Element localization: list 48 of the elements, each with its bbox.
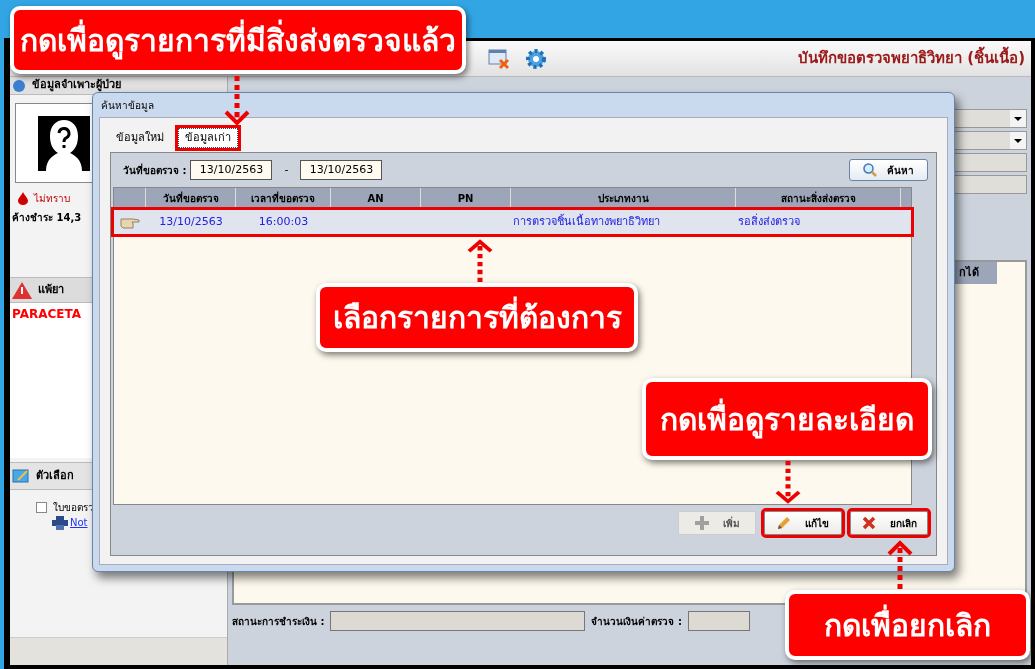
text-field[interactable]: [687, 611, 750, 631]
blood-type-text: ไม่ทราบ: [34, 192, 70, 206]
dialog-button[interactable]: แก้ไข: [764, 511, 842, 535]
warning-icon: [12, 281, 32, 299]
dotted-arrow: [224, 76, 250, 126]
dotted-arrow: [775, 461, 801, 504]
pencil-icon: [777, 516, 791, 530]
print-link[interactable]: Not: [70, 515, 88, 530]
search-button[interactable]: ค้นหา: [849, 159, 928, 181]
callout-bubble: กดเพื่อดูรายการที่มีสิ่งส่งตรวจแล้ว: [10, 6, 466, 74]
field-label: จำนวนเงินค่าตรวจ :: [591, 614, 682, 629]
checkbox[interactable]: [36, 502, 47, 513]
window-close-icon: [488, 47, 510, 70]
table-cell-text: 16:00:03: [257, 213, 310, 230]
dialog-title: ค้นหาข้อมูล: [100, 98, 155, 114]
column-header: กได้: [955, 262, 997, 284]
avatar-silhouette-icon: [38, 115, 90, 171]
callout-bubble: เลือกรายการที่ต้องการ: [316, 283, 638, 352]
outstanding-balance: ค้างชำระ 14,3: [11, 211, 83, 225]
search-icon: [863, 163, 877, 177]
date-field[interactable]: 13/10/2563: [190, 160, 273, 180]
tab[interactable]: ข้อมูลเก่า: [178, 128, 238, 148]
dialog-button[interactable]: ยกเลิก: [850, 511, 928, 535]
date-label: วันที่ขอตรวจ :: [123, 162, 187, 178]
panel-title: ตัวเลือก: [36, 467, 74, 484]
text-field[interactable]: [330, 611, 586, 631]
blood-drop-icon: [18, 192, 28, 205]
table-cell-text: รอสิ่งส่งตรวจ: [737, 212, 801, 230]
tab[interactable]: ข้อมูลใหม่: [110, 128, 170, 148]
field-label: สถานะการชำระเงิน :: [232, 614, 325, 629]
panel-title: แพ้ยา: [38, 281, 64, 298]
panel-title: ข้อมูลจำเพาะผู้ป่วย: [32, 77, 121, 94]
date-separator: -: [283, 161, 290, 178]
callout-bubble: กดเพื่อยกเลิก: [785, 590, 1030, 660]
dotted-arrow: [467, 239, 493, 283]
allergy-item: PARACETA: [12, 306, 83, 323]
app-title: บันทึกขอตรวจพยาธิวิทยา (ชิ้นเนื้อ): [798, 47, 1025, 70]
table-row[interactable]: 13/10/2563 16:00:03 การตรวจชิ้นเนื้อทางพยาธิวิทยา รอสิ่งส่งตรวจ: [114, 210, 911, 234]
date-field[interactable]: 13/10/2563: [300, 160, 383, 180]
picture-pencil-icon: [12, 468, 30, 484]
close-icon: [861, 516, 876, 530]
dotted-arrow: [887, 540, 913, 590]
callout-bubble: กดเพื่อดูรายละเอียด: [642, 378, 932, 460]
plus-icon: [694, 516, 709, 530]
settings-icon: [524, 46, 548, 71]
table-cell-text: การตรวจชิ้นเนื้อทางพยาธิวิทยา: [512, 213, 661, 230]
pointing-hand-icon: [120, 215, 140, 229]
table-cell-text: 13/10/2563: [158, 213, 224, 230]
